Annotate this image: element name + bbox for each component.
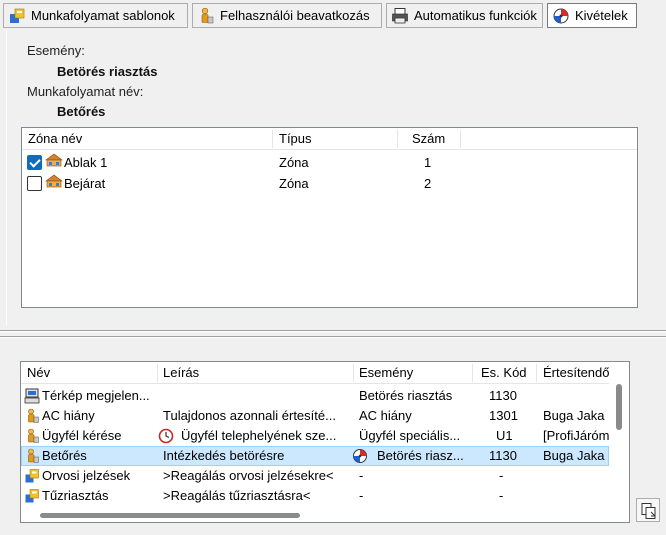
zone-checkbox[interactable] [27,176,42,191]
user-icon [24,428,40,444]
item-description: Ügyfél telephelyének sze... [181,428,337,443]
exceptions-list: Név Leírás Esemény Es. Kód Értesítendő T… [20,361,630,523]
column-header-type[interactable]: Típus [279,128,312,150]
vertical-scroll-thumb[interactable] [616,384,622,430]
item-event-code: 1130 [489,448,517,463]
item-description: Tulajdonos azonnali értesíté... [163,408,336,423]
item-notify: [ProfiJáróm [543,428,609,443]
zone-type: Zóna [279,155,309,170]
workflow-name-label: Munkafolyamat név: [27,84,144,99]
item-name: Ügyfél kérése [42,428,122,443]
zone-name: Ablak 1 [64,155,108,170]
alarm-icon [352,448,368,464]
list-item-selected[interactable]: Betőrés Intézkedés betörésre Betörés ria… [21,446,609,466]
item-event-code: - [499,468,504,483]
workflow-icon [24,468,40,484]
item-name: AC hiány [42,408,95,423]
item-name: Tűzriasztás [42,488,109,503]
column-header-description[interactable]: Leírás [163,362,199,384]
event-label: Esemény: [27,43,85,58]
column-header-notify[interactable]: Értesítendő [543,362,610,384]
item-event: AC hiány [359,408,412,423]
tab-automatic-functions[interactable]: Automatikus funkciók [386,3,543,28]
column-header-event-code[interactable]: Es. Kód [481,362,527,384]
column-header-name[interactable]: Név [27,362,50,384]
printer-icon [391,7,409,25]
vertical-scrollbar[interactable] [609,362,629,522]
copy-icon [640,502,658,523]
zone-number: 2 [424,176,432,191]
tab-exceptions[interactable]: Kivételek [547,3,637,28]
workflow-icon [24,488,40,504]
item-name: Betőrés [42,448,87,463]
clock-icon [158,428,174,444]
list-item[interactable]: Térkép megjelen... Betörés riasztás 1130 [21,386,609,406]
zone-name: Bejárat [64,176,106,191]
tab-label: Automatikus funkciók [414,8,537,23]
item-description: >Reagálás orvosi jelzésekre< [163,468,334,483]
item-event: - [359,468,364,483]
item-event-code: 1130 [489,388,517,403]
item-event-code: - [499,488,504,503]
user-icon [24,448,40,464]
workflow-name-value: Betőrés [57,104,106,119]
horizontal-scroll-thumb[interactable] [40,513,300,518]
workflow-icon [8,7,26,25]
copy-button[interactable] [636,498,660,522]
user-icon [24,408,40,424]
item-event: - [359,488,364,503]
list-header: Név Leírás Esemény Es. Kód Értesítendő [21,362,610,384]
tab-user-intervention[interactable]: Felhasználói beavatkozás [192,3,382,28]
item-name: Orvosi jelzések [42,468,131,483]
column-header-event[interactable]: Esemény [359,362,413,384]
item-notify: Buga Jaka [543,448,605,463]
zone-checkbox[interactable] [27,155,42,170]
item-event: Betörés riasztás [359,388,453,403]
user-icon [197,7,215,25]
panel-splitter[interactable] [0,327,666,341]
zone-row[interactable]: Ablak 1 Zóna 1 [22,152,637,173]
tab-label: Kivételek [575,8,628,23]
tab-label: Munkafolyamat sablonok [31,8,175,23]
exceptions-list-panel: Név Leírás Esemény Es. Kód Értesítendő T… [6,343,660,529]
horizontal-scrollbar[interactable] [21,507,609,522]
zone-icon [45,152,63,167]
item-event-code: 1301 [489,408,518,423]
toolbar: Munkafolyamat sablonok Felhasználói beav… [0,0,666,31]
zone-icon [45,173,63,188]
event-value: Betörés riasztás [57,64,158,79]
list-item[interactable]: Tűzriasztás >Reagálás tűzriasztásra< - - [21,486,609,506]
list-item[interactable]: AC hiány Tulajdonos azonnali értesíté...… [21,406,609,426]
item-notify: Buga Jaka [543,408,605,423]
list-item[interactable]: Orvosi jelzések >Reagálás orvosi jelzése… [21,466,609,486]
column-header-zone-name[interactable]: Zóna név [28,128,82,150]
zone-table: Zóna név Típus Szám Ablak 1 Zóna 1 Bejár… [21,127,638,308]
computer-icon [24,388,40,404]
zone-number: 1 [424,155,432,170]
item-event: Ügyfél speciális... [359,428,461,443]
column-header-number[interactable]: Szám [412,128,445,150]
tab-workflow-templates[interactable]: Munkafolyamat sablonok [3,3,188,28]
item-name: Térkép megjelen... [42,388,150,403]
zone-table-header: Zóna név Típus Szám [22,128,637,150]
alarm-icon [552,7,570,25]
zone-row[interactable]: Bejárat Zóna 2 [22,173,637,194]
tab-label: Felhasználói beavatkozás [220,8,370,23]
item-description: Intézkedés betörésre [163,448,285,463]
item-event: Betörés riasz... [377,448,464,463]
item-event-code: U1 [496,428,513,443]
zone-type: Zóna [279,176,309,191]
item-description: >Reagálás tűzriasztásra< [163,488,311,503]
list-item[interactable]: Ügyfél kérése Ügyfél telephelyének sze..… [21,426,609,446]
